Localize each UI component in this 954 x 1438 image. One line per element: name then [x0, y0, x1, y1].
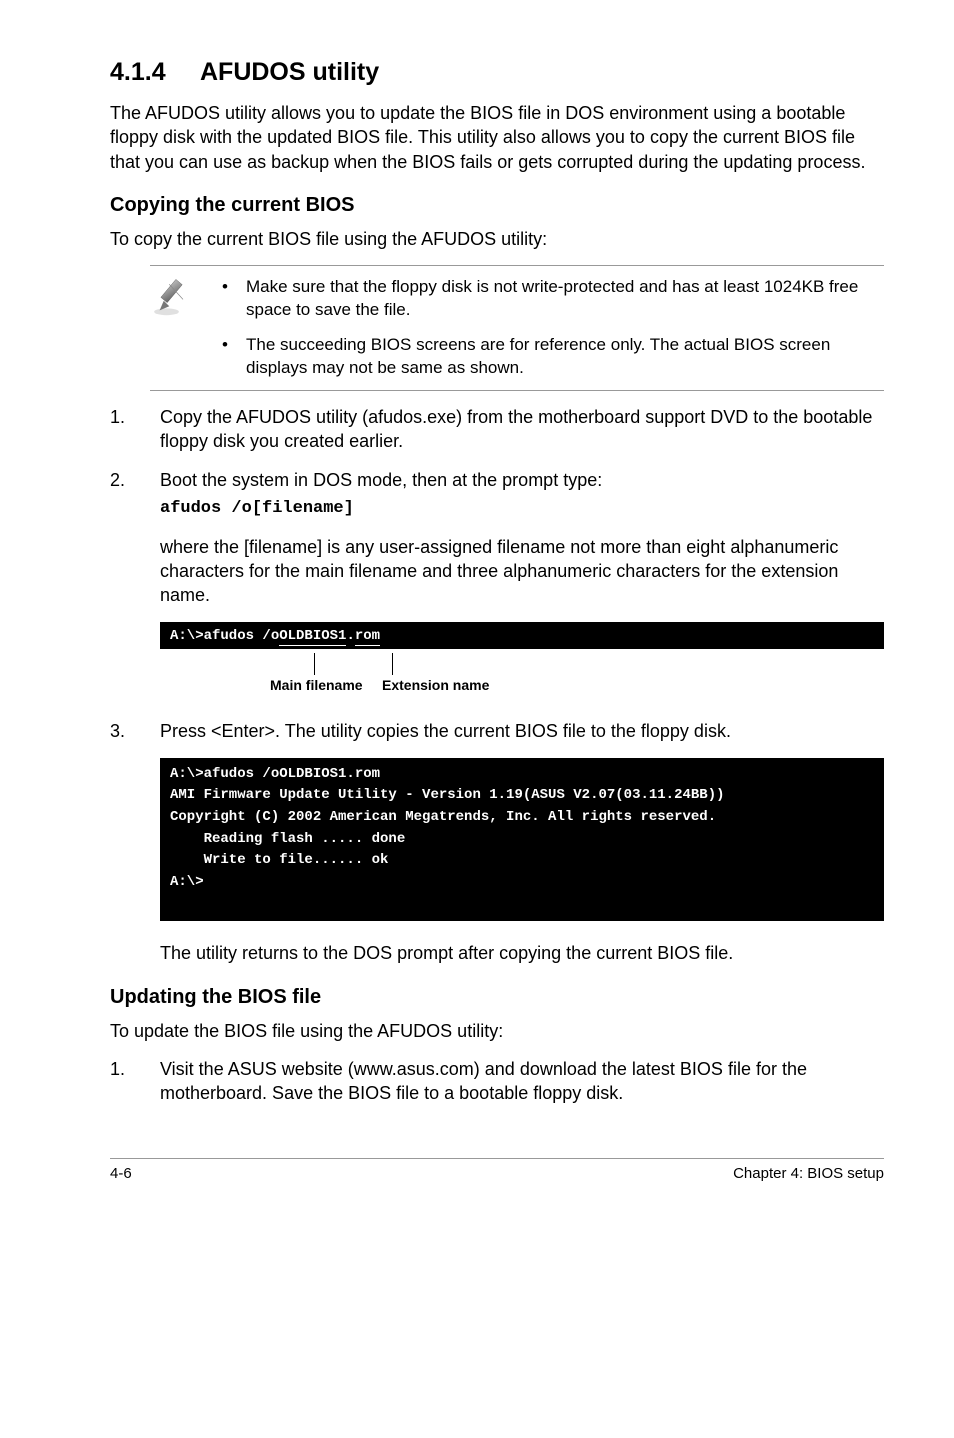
updating-lead: To update the BIOS file using the AFUDOS…: [110, 1019, 884, 1043]
step-item: Visit the ASUS website (www.asus.com) an…: [110, 1057, 884, 1106]
after-terminal-text: The utility returns to the DOS prompt af…: [160, 941, 884, 965]
note-item: The succeeding BIOS screens are for refe…: [218, 334, 884, 380]
intro-paragraph: The AFUDOS utility allows you to update …: [110, 101, 884, 174]
section-number: 4.1.4: [110, 58, 200, 87]
annot-main-label: Main filename: [270, 677, 363, 693]
note-item: Make sure that the floppy disk is not wr…: [218, 276, 884, 322]
step-item: Press <Enter>. The utility copies the cu…: [110, 719, 884, 743]
section-heading: 4.1.4AFUDOS utility: [110, 58, 884, 87]
updating-heading: Updating the BIOS file: [110, 986, 884, 1009]
filename-annotation: Main filename Extension name: [160, 653, 884, 699]
copying-heading: Copying the current BIOS: [110, 194, 884, 217]
terminal-output: A:\>afudos /oOLDBIOS1.rom: [160, 622, 884, 650]
note-block: Make sure that the floppy disk is not wr…: [150, 265, 884, 391]
section-title: AFUDOS utility: [200, 58, 379, 86]
step-subtext: where the [filename] is any user-assigne…: [160, 535, 884, 608]
copying-lead: To copy the current BIOS file using the …: [110, 227, 884, 251]
terminal-dot: .: [346, 628, 354, 644]
terminal-ext: rom: [355, 628, 380, 646]
note-pencil-icon: [150, 276, 198, 325]
step-text: Boot the system in DOS mode, then at the…: [160, 470, 602, 490]
terminal-main-filename: OLDBIOS1: [279, 628, 346, 646]
step-item: Boot the system in DOS mode, then at the…: [110, 468, 884, 608]
annot-ext-label: Extension name: [382, 677, 489, 693]
terminal-prefix: A:\>afudos /o: [170, 628, 279, 644]
page-footer: 4-6 Chapter 4: BIOS setup: [110, 1158, 884, 1182]
chapter-label: Chapter 4: BIOS setup: [733, 1165, 884, 1182]
step-item: Copy the AFUDOS utility (afudos.exe) fro…: [110, 405, 884, 454]
step-code: afudos /o[filename]: [160, 498, 884, 521]
terminal-output: A:\>afudos /oOLDBIOS1.rom AMI Firmware U…: [160, 758, 884, 922]
page-number: 4-6: [110, 1165, 132, 1182]
